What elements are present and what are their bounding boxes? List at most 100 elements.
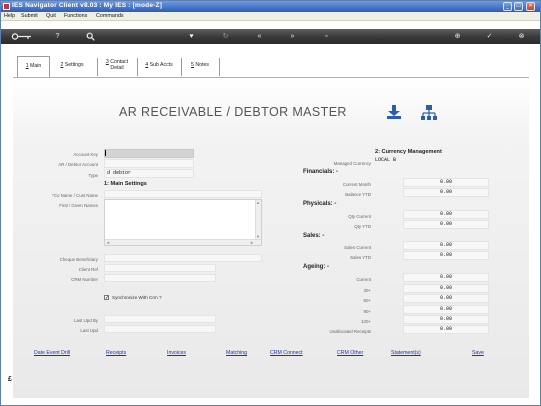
- tab-notes-num: 5: [191, 62, 194, 68]
- cheque-beneficiary-field[interactable]: [104, 254, 262, 262]
- org-chart-icon[interactable]: [420, 104, 438, 122]
- fast-forward-icon[interactable]: »: [288, 32, 297, 41]
- app-icon: [3, 3, 10, 10]
- date-event-drill-link[interactable]: Date Event Drill: [34, 350, 70, 356]
- managed-currency-field[interactable]: LOCAL B: [373, 157, 489, 165]
- sales-ytd-value: 0.00: [403, 251, 489, 260]
- client-ref-label: Client Ref: [78, 267, 98, 272]
- save-link[interactable]: Save: [472, 350, 484, 356]
- horizontal-scrollbar[interactable]: [105, 239, 261, 245]
- sales-ytd-label: Sales YTD: [350, 255, 371, 260]
- type-label: Type: [88, 173, 98, 178]
- last-upd-by-label: Last Upd By: [74, 318, 98, 323]
- download-icon[interactable]: [385, 104, 403, 122]
- close-window-button[interactable]: ×: [526, 2, 535, 11]
- qty-current-value: 0.00: [403, 210, 489, 219]
- account-key-label: Account Key: [73, 152, 98, 157]
- currency-pound-icon[interactable]: £: [8, 376, 12, 384]
- maximize-button[interactable]: □: [514, 2, 523, 11]
- ageing-current-label: Current: [356, 277, 371, 282]
- balance-ytd-label: Balance YTD: [345, 192, 371, 197]
- ageing-90-label: 90+: [363, 309, 371, 314]
- tab-settings[interactable]: 2 Settings: [52, 56, 92, 78]
- minimize-button[interactable]: _: [503, 2, 512, 11]
- co-name-label: *Co Name / Cust Name: [52, 193, 98, 198]
- tab-underline: [13, 77, 529, 78]
- tab-contact-label-2: Detail: [110, 65, 124, 71]
- menu-functions[interactable]: Functions: [64, 13, 87, 19]
- tab-contact-detail[interactable]: 3 Contact Detail: [99, 56, 135, 78]
- close-icon[interactable]: ⊗: [517, 32, 526, 41]
- type-field[interactable]: d debtor: [104, 169, 194, 178]
- co-name-field[interactable]: [104, 190, 262, 198]
- plus-icon[interactable]: ⊕: [453, 32, 462, 41]
- refresh-icon[interactable]: ↻: [221, 32, 230, 41]
- main-settings-heading: 1: Main Settings: [104, 181, 147, 187]
- scroll-up-icon[interactable]: ▲: [256, 200, 260, 205]
- key-icon[interactable]: [11, 32, 33, 41]
- tab-main[interactable]: 1 Main: [17, 56, 50, 78]
- first-names-label: First / Given Names: [59, 203, 98, 208]
- managed-currency-label: Managed Currency: [333, 161, 371, 166]
- ageing-current-value: 0.00: [403, 273, 489, 282]
- ageing-120-value: 0.00: [403, 315, 489, 324]
- first-names-textarea[interactable]: ▲ ▼ ◄ ►: [104, 199, 262, 246]
- tree-icon[interactable]: ⌖: [322, 32, 331, 41]
- help-icon[interactable]: ?: [53, 32, 62, 41]
- currency-management-heading: 2: Currency Management: [375, 149, 442, 155]
- tab-contact-num: 3: [105, 59, 109, 65]
- sync-crm-checkbox[interactable]: ✓: [104, 295, 109, 301]
- cheque-beneficiary-label: Cheque Beneficiary: [59, 257, 98, 262]
- menu-commands[interactable]: Commands: [96, 13, 124, 19]
- menu-quit[interactable]: Quit: [46, 13, 56, 19]
- qty-ytd-value: 0.00: [403, 220, 489, 229]
- check-icon[interactable]: ✓: [485, 32, 494, 41]
- tab-sub-accts[interactable]: 4 Sub Accts: [139, 56, 179, 78]
- sales-current-label: Sales Current: [344, 245, 371, 250]
- scroll-left-icon[interactable]: ◄: [106, 240, 110, 245]
- scroll-down-icon[interactable]: ▼: [256, 234, 260, 239]
- menu-submit[interactable]: Submit: [21, 13, 38, 19]
- account-key-field[interactable]: [104, 149, 194, 158]
- crm-connect-link[interactable]: CRM Connect: [270, 350, 303, 356]
- ageing-heading: Ageing: -: [303, 264, 329, 270]
- tab-divider: [181, 58, 182, 76]
- physicals-heading: Physicals: -: [303, 201, 337, 207]
- ar-account-label: AR / Debtor Account: [58, 162, 98, 167]
- rewind-icon[interactable]: «: [255, 32, 264, 41]
- ar-account-field[interactable]: [104, 159, 194, 168]
- tab-notes[interactable]: 5 Notes: [183, 56, 217, 78]
- ageing-30-value: 0.00: [403, 284, 489, 293]
- invoices-link[interactable]: Invoices: [167, 350, 186, 356]
- heart-icon[interactable]: ♥: [187, 32, 196, 41]
- matching-link[interactable]: Matching: [226, 350, 247, 356]
- tab-divider: [97, 58, 98, 76]
- tab-main-label: Main: [30, 63, 42, 69]
- client-ref-field[interactable]: [104, 264, 216, 272]
- tab-main-num: 1: [25, 63, 29, 69]
- ageing-60-value: 0.00: [403, 294, 489, 303]
- crm-number-field[interactable]: [104, 274, 216, 282]
- text-cursor: [105, 150, 106, 156]
- search-icon[interactable]: [86, 32, 95, 41]
- tab-sub-accts-label: Sub Accts: [149, 62, 173, 68]
- last-upd-by-field[interactable]: [104, 315, 216, 323]
- tab-settings-label: Settings: [64, 62, 84, 68]
- tab-sub-accts-num: 4: [145, 62, 149, 68]
- statements-link[interactable]: Statement(s): [391, 350, 421, 356]
- scroll-right-icon[interactable]: ►: [250, 240, 254, 245]
- balance-ytd-value: 0.00: [403, 188, 489, 197]
- crm-other-link[interactable]: CRM Other: [337, 350, 363, 356]
- sales-heading: Sales: -: [303, 233, 325, 239]
- tab-settings-num: 2: [60, 62, 64, 68]
- tab-divider: [137, 58, 138, 76]
- title-bar: IES Navigator Client v8.03 : My IES : [m…: [1, 1, 540, 12]
- window-title: IES Navigator Client v8.03 : My IES : [m…: [12, 2, 163, 9]
- menu-help[interactable]: Help: [4, 13, 15, 19]
- last-upd-field[interactable]: [104, 325, 216, 333]
- qty-ytd-label: Qty YTD: [354, 224, 371, 229]
- financials-heading: Financials: -: [303, 169, 339, 175]
- receipts-link[interactable]: Receipts: [106, 350, 126, 356]
- current-month-label: Current Month: [342, 182, 371, 187]
- page-title: AR RECEIVABLE / DEBTOR MASTER: [119, 105, 347, 119]
